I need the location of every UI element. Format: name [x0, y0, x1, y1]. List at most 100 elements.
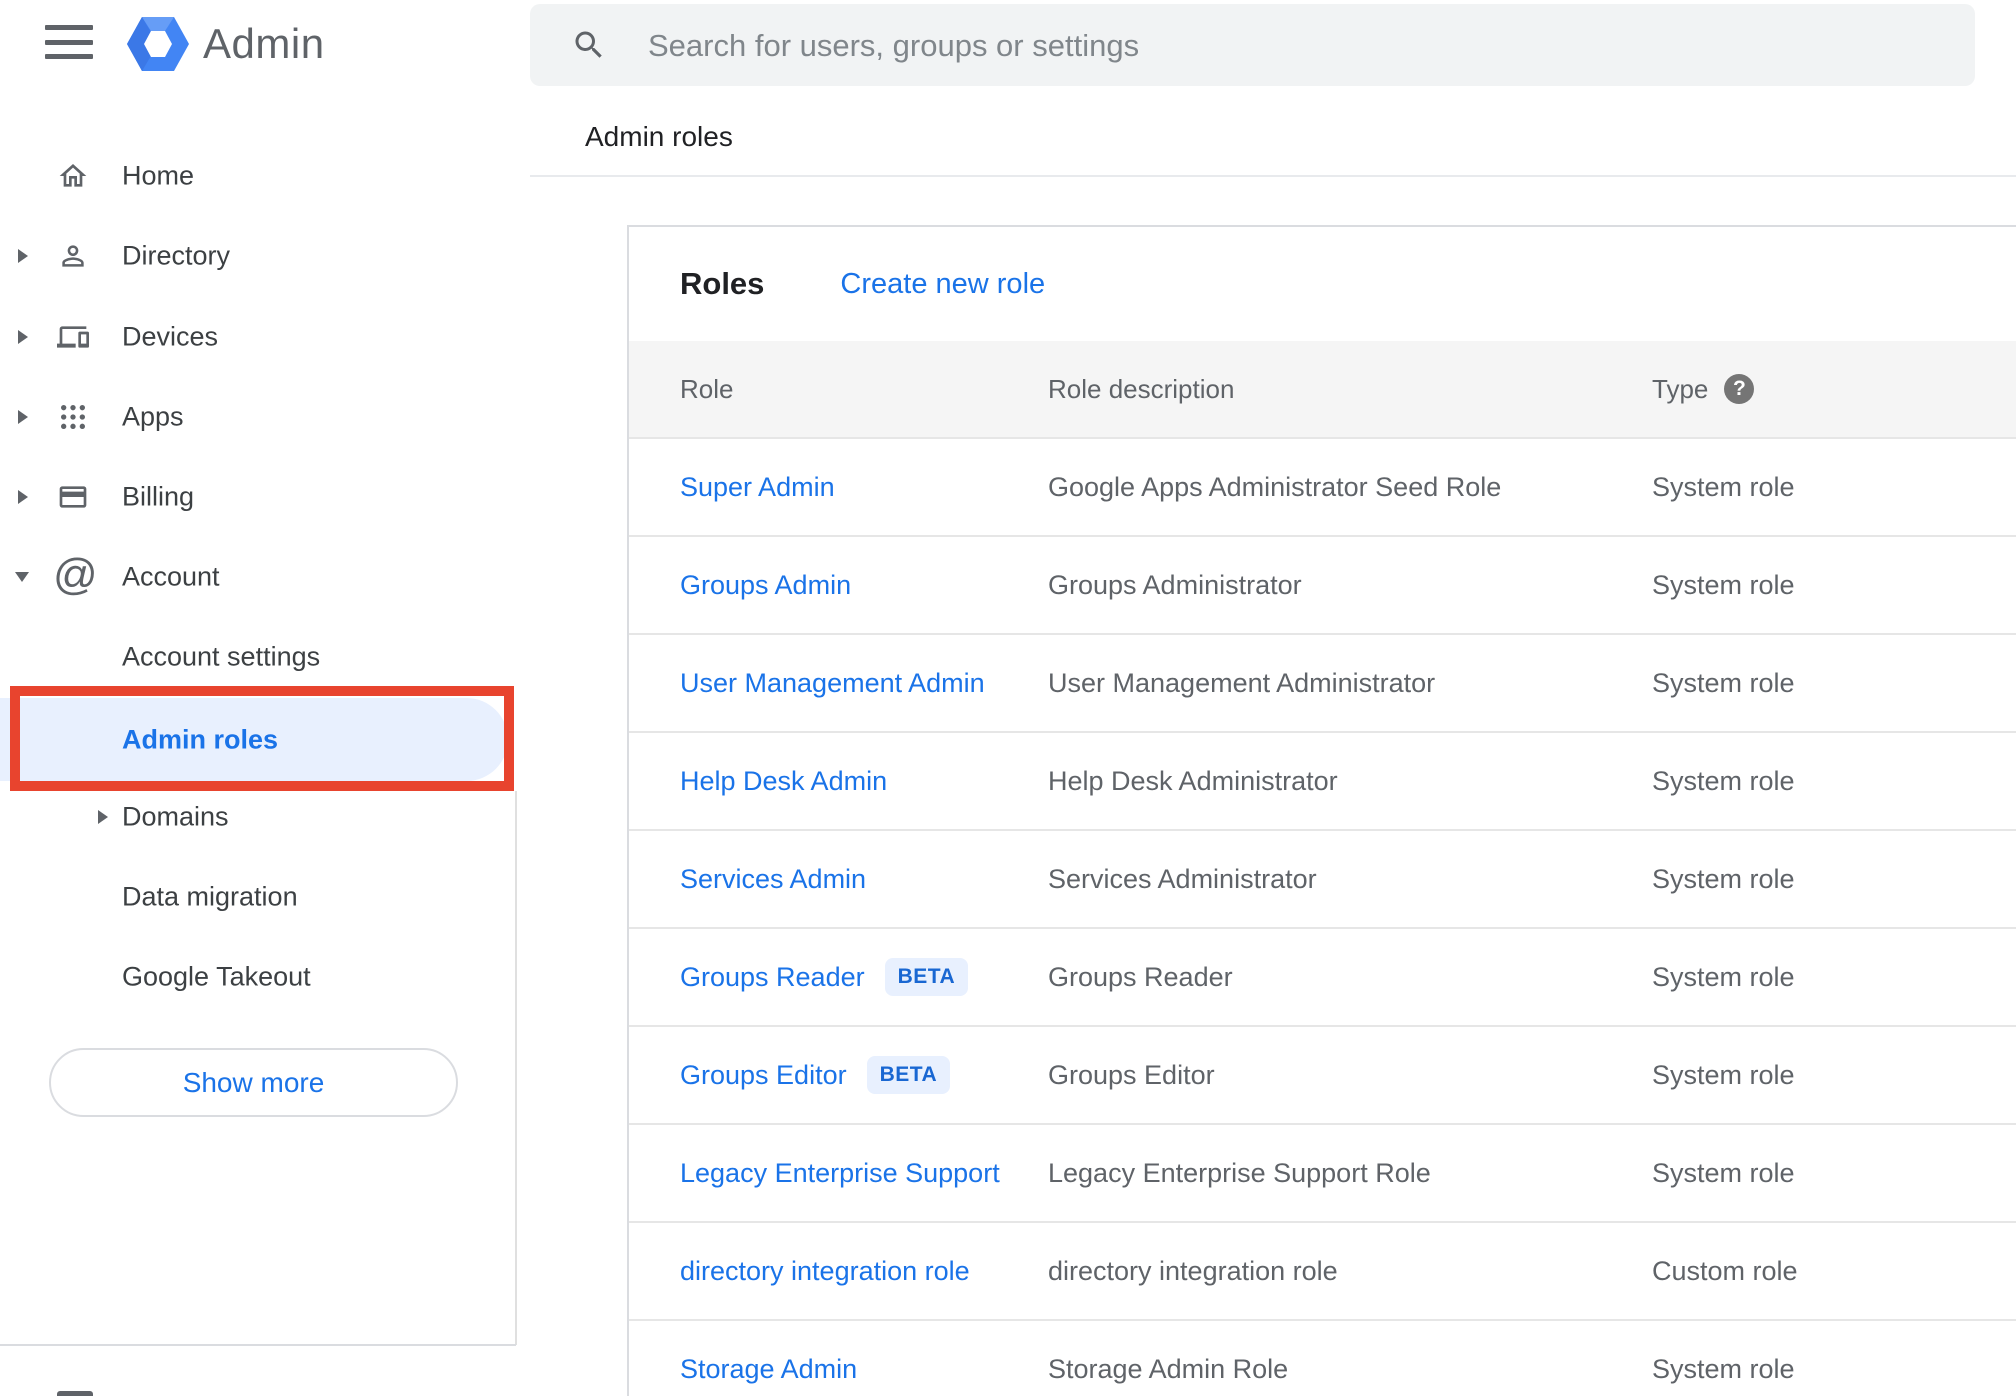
admin-logo: Admin	[127, 15, 325, 73]
sidebar-item-directory[interactable]: Directory	[0, 216, 516, 296]
table-row: Groups Admin Groups Administrator System r…	[629, 537, 2016, 635]
sidebar-item-label: Apps	[122, 401, 184, 432]
sidebar-item-label: Google Takeout	[122, 961, 311, 992]
role-description: Groups Administrator	[1048, 569, 1302, 600]
chevron-down-icon[interactable]	[15, 572, 29, 582]
roles-card-title: Roles	[680, 266, 765, 301]
sidebar-item-label: Devices	[122, 321, 219, 352]
roles-card: Roles Create new role Role Role descript…	[627, 225, 2016, 1396]
table-row: Super Admin Google Apps Administrator See…	[629, 439, 2016, 537]
sidebar-item-apps[interactable]: Apps	[0, 377, 516, 457]
role-link[interactable]: Legacy Enterprise Support	[680, 1158, 1000, 1189]
chevron-right-icon[interactable]	[18, 410, 28, 424]
billing-icon	[59, 486, 87, 508]
directory-icon	[62, 245, 84, 267]
role-link[interactable]: Groups Editor	[680, 1060, 847, 1091]
role-description: directory integration role	[1048, 1255, 1338, 1286]
sidebar-item-account[interactable]: @ Account	[0, 537, 516, 617]
sidebar-item-domains[interactable]: Domains	[0, 777, 516, 857]
beta-badge: BETA	[866, 1056, 951, 1094]
admin-logo-text: Admin	[203, 20, 325, 67]
table-row: Help Desk Admin Help Desk Administrator Sy…	[629, 733, 2016, 831]
role-description: Google Apps Administrator Seed Role	[1048, 471, 1502, 502]
sidebar-item-label: Directory	[122, 240, 231, 271]
sidebar-item-home[interactable]: Home	[0, 136, 516, 216]
role-type: Custom role	[1652, 1255, 1798, 1286]
apps-icon	[61, 405, 85, 429]
account-icon: @	[53, 550, 98, 599]
role-link[interactable]: Storage Admin	[680, 1354, 857, 1385]
sidebar-item-admin-roles[interactable]: Admin roles	[0, 698, 508, 781]
breadcrumb: Admin roles	[585, 121, 733, 152]
sidebar-item-account-settings[interactable]: Account settings	[0, 617, 516, 697]
table-header-row: Role Role description Type ?	[629, 341, 2016, 439]
breadcrumb-divider	[530, 175, 2016, 177]
chevron-right-icon[interactable]	[18, 330, 28, 344]
role-link[interactable]: Groups Admin	[680, 570, 851, 601]
table-row: directory integration role directory inte…	[629, 1223, 2016, 1321]
role-type: System role	[1652, 667, 1795, 698]
role-type: System role	[1652, 569, 1795, 600]
table-row: Storage Admin Storage Admin Role System ro…	[629, 1321, 2016, 1396]
beta-badge: BETA	[884, 958, 969, 996]
table-row: Groups Reader BETA Groups Reader System rol…	[629, 929, 2016, 1027]
chevron-right-icon[interactable]	[18, 490, 28, 504]
sidebar-item-google-takeout[interactable]: Google Takeout	[0, 937, 516, 1017]
role-description: Help Desk Administrator	[1048, 765, 1338, 796]
chevron-right-icon[interactable]	[98, 810, 108, 824]
sidebar: Admin Home Directory Devices Apps Billing @ Ac…	[0, 0, 517, 1396]
create-new-role-link[interactable]: Create new role	[840, 268, 1045, 301]
sidebar-item-label: Billing	[122, 481, 195, 512]
role-description: Legacy Enterprise Support Role	[1048, 1157, 1431, 1188]
sidebar-item-label: Home	[122, 160, 195, 191]
role-type: System role	[1652, 765, 1795, 796]
role-type: System role	[1652, 1157, 1795, 1188]
role-type: System role	[1652, 863, 1795, 894]
role-type: System role	[1652, 1059, 1795, 1090]
home-icon	[59, 164, 87, 187]
sidebar-item-data-migration[interactable]: Data migration	[0, 857, 516, 937]
search-bar[interactable]	[530, 4, 1975, 88]
chevron-right-icon[interactable]	[18, 249, 28, 263]
sidebar-item-label: Admin roles	[122, 724, 279, 754]
table-row: User Management Admin User Management Adm…	[629, 635, 2016, 733]
role-link[interactable]: Help Desk Admin	[680, 766, 887, 797]
devices-icon	[57, 326, 89, 348]
role-description: Groups Editor	[1048, 1059, 1215, 1090]
table-row: Legacy Enterprise Support Legacy Enterpri…	[629, 1125, 2016, 1223]
admin-logo-icon	[127, 17, 189, 71]
role-description: Services Administrator	[1048, 863, 1317, 894]
menu-icon[interactable]	[45, 25, 93, 59]
search-input[interactable]	[646, 4, 1950, 88]
role-link[interactable]: Groups Reader	[680, 962, 865, 993]
column-header-role: Role	[680, 373, 734, 404]
sidebar-item-label: Account	[122, 561, 220, 592]
role-link[interactable]: User Management Admin	[680, 668, 985, 699]
roles-card-header: Roles Create new role	[629, 227, 2016, 341]
table-row: Groups Editor BETA Groups Editor System rol…	[629, 1027, 2016, 1125]
role-type: System role	[1652, 1353, 1795, 1384]
sidebar-item-label: Data migration	[122, 881, 298, 912]
role-description: Groups Reader	[1048, 961, 1233, 992]
admin-console-screen: Admin Home Directory Devices Apps Billing @ Ac…	[0, 0, 2016, 1396]
column-header-type: Type	[1652, 373, 1709, 404]
column-header-description: Role description	[1048, 373, 1235, 404]
role-type: System role	[1652, 471, 1795, 502]
sidebar-item-devices[interactable]: Devices	[0, 297, 516, 377]
roles-table-body: Super Admin Google Apps Administrator See…	[629, 439, 2016, 1396]
sidebar-bottom-divider	[0, 1344, 516, 1346]
role-link[interactable]: Services Admin	[680, 864, 866, 895]
role-type: System role	[1652, 961, 1795, 992]
partial-bottom-icon	[57, 1391, 93, 1396]
show-more-button[interactable]: Show more	[49, 1048, 458, 1117]
sidebar-item-label: Domains	[122, 801, 229, 832]
sidebar-item-billing[interactable]: Billing	[0, 457, 516, 537]
table-row: Services Admin Services Administrator Syst…	[629, 831, 2016, 929]
search-icon	[575, 31, 602, 58]
role-description: User Management Administrator	[1048, 667, 1436, 698]
role-link[interactable]: directory integration role	[680, 1256, 970, 1287]
sidebar-item-label: Account settings	[122, 641, 321, 672]
role-link[interactable]: Super Admin	[680, 472, 835, 503]
help-icon[interactable]: ?	[1724, 374, 1755, 404]
sidebar-border	[515, 791, 517, 1345]
